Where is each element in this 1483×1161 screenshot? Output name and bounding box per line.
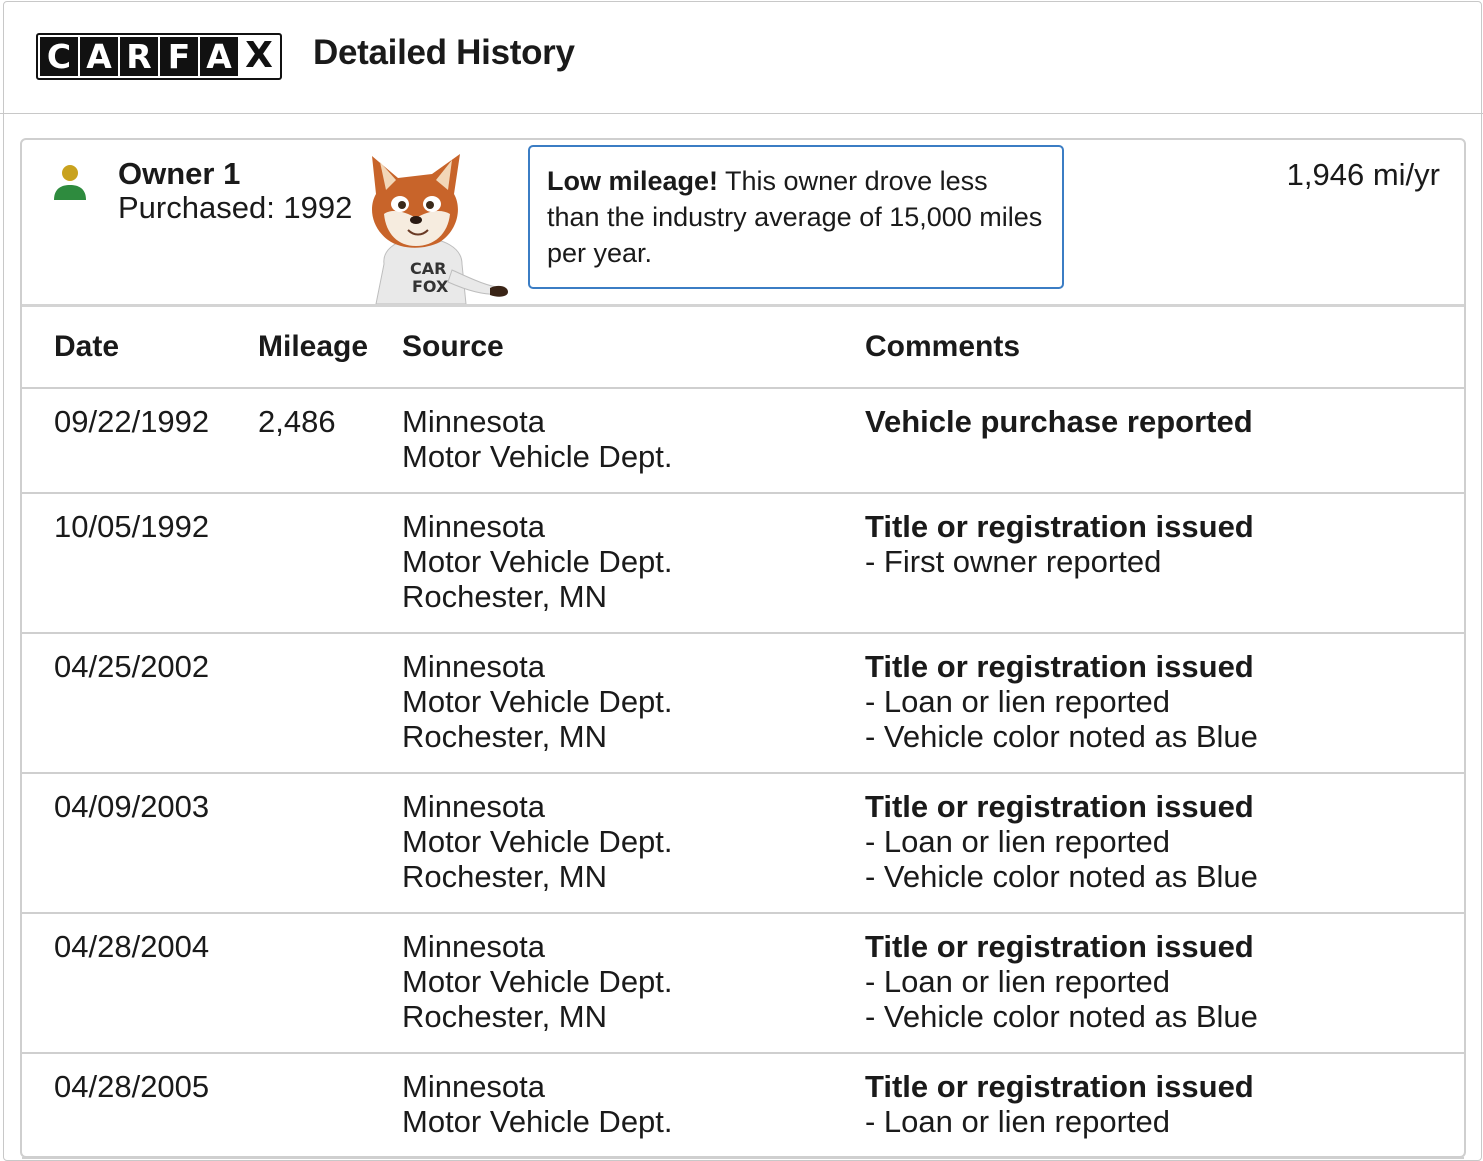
history-table: Date Mileage Source Comments 09/22/1992 2… (22, 307, 1464, 1159)
carfax-logo[interactable]: C A R F A X (36, 33, 282, 80)
column-header-mileage[interactable]: Mileage (258, 307, 402, 389)
row-source: Minnesota Motor Vehicle Dept. (402, 388, 865, 494)
owner-icon-body (54, 185, 86, 200)
row-source: Minnesota Motor Vehicle Dept. Rochester, M… (402, 633, 865, 774)
history-row: 04/28/2004 Minnesota Motor Vehicle Dept. Ro… (22, 913, 1464, 1054)
logo-letter: A (80, 37, 118, 76)
comment-note: - Loan or lien reported (865, 824, 1171, 859)
row-date: 04/28/2004 (22, 913, 258, 1054)
logo-letter: X (240, 35, 278, 76)
row-comments: Title or registration issued - First owne… (865, 493, 1464, 634)
row-mileage (258, 633, 402, 774)
comment-primary: Title or registration issued (865, 1069, 1254, 1104)
source-line: Minnesota (402, 509, 546, 544)
page-title: Detailed History (313, 33, 575, 72)
comment-note: - First owner reported (865, 544, 1162, 579)
source-line: Motor Vehicle Dept. (402, 964, 673, 999)
comment-primary: Title or registration issued (865, 929, 1254, 964)
comment-primary: Title or registration issued (865, 509, 1254, 544)
column-header-date[interactable]: Date (22, 307, 258, 389)
row-date: 04/28/2005 (22, 1053, 258, 1159)
mileage-rate: 1,946 mi/yr (1286, 157, 1440, 192)
row-comments: Title or registration issued - Loan or li… (865, 1053, 1464, 1159)
source-line: Motor Vehicle Dept. (402, 439, 673, 474)
row-mileage (258, 493, 402, 634)
source-line: Motor Vehicle Dept. (402, 684, 673, 719)
comment-note: - Vehicle color noted as Blue (865, 999, 1258, 1034)
source-line: Rochester, MN (402, 859, 608, 894)
row-date: 09/22/1992 (22, 388, 258, 494)
source-line: Minnesota (402, 929, 546, 964)
row-comments: Title or registration issued - Loan or li… (865, 913, 1464, 1054)
carfox-mascot-icon: CAR FOX (372, 154, 508, 304)
history-row: 04/25/2002 Minnesota Motor Vehicle Dept. Ro… (22, 633, 1464, 774)
row-date: 04/09/2003 (22, 773, 258, 914)
comment-note: - Loan or lien reported (865, 684, 1171, 719)
history-row: 10/05/1992 Minnesota Motor Vehicle Dept. Ro… (22, 493, 1464, 634)
history-header-row: Date Mileage Source Comments (22, 307, 1464, 389)
owner-icon-head (62, 165, 78, 181)
source-line: Motor Vehicle Dept. (402, 824, 673, 859)
history-row: 09/22/1992 2,486 Minnesota Motor Vehicle De… (22, 388, 1464, 494)
source-line: Minnesota (402, 789, 546, 824)
source-line: Rochester, MN (402, 579, 608, 614)
row-source: Minnesota Motor Vehicle Dept. (402, 1053, 865, 1159)
row-mileage: 2,486 (258, 388, 402, 494)
source-line: Minnesota (402, 1069, 546, 1104)
logo-letter: R (120, 37, 158, 76)
owner-purchased: Purchased: 1992 (118, 190, 353, 225)
source-line: Minnesota (402, 404, 546, 439)
source-line: Motor Vehicle Dept. (402, 1104, 673, 1139)
comment-primary: Title or registration issued (865, 649, 1254, 684)
low-mileage-callout: Low mileage! This owner drove less than … (528, 145, 1064, 289)
logo-letter: F (160, 37, 198, 76)
row-source: Minnesota Motor Vehicle Dept. Rochester, M… (402, 773, 865, 914)
comment-note: - Loan or lien reported (865, 964, 1171, 999)
comment-note: - Loan or lien reported (865, 1104, 1171, 1139)
comment-note: - Vehicle color noted as Blue (865, 719, 1258, 754)
comment-primary: Vehicle purchase reported (865, 404, 1253, 439)
row-mileage (258, 1053, 402, 1159)
source-line: Rochester, MN (402, 999, 608, 1034)
source-line: Motor Vehicle Dept. (402, 544, 673, 579)
owner-person-icon (54, 165, 86, 200)
logo-letter: A (200, 37, 238, 76)
source-line: Minnesota (402, 649, 546, 684)
logo-letter: C (40, 37, 78, 76)
row-date: 04/25/2002 (22, 633, 258, 774)
svg-text:FOX: FOX (412, 277, 449, 296)
callout-highlight: Low mileage! (547, 166, 719, 196)
row-mileage (258, 913, 402, 1054)
comment-note: - Vehicle color noted as Blue (865, 859, 1258, 894)
row-comments: Title or registration issued - Loan or li… (865, 773, 1464, 914)
owner-name: Owner 1 (118, 156, 241, 191)
row-comments: Title or registration issued - Loan or li… (865, 633, 1464, 774)
source-line: Rochester, MN (402, 719, 608, 754)
comment-primary: Title or registration issued (865, 789, 1254, 824)
row-source: Minnesota Motor Vehicle Dept. Rochester, M… (402, 493, 865, 634)
column-header-comments[interactable]: Comments (865, 307, 1464, 389)
report-header: C A R F A X Detailed History (0, 0, 1483, 114)
svg-text:CAR: CAR (410, 259, 446, 278)
row-date: 10/05/1992 (22, 493, 258, 634)
row-source: Minnesota Motor Vehicle Dept. Rochester, M… (402, 913, 865, 1054)
history-row: 04/28/2005 Minnesota Motor Vehicle Dept. Ti… (22, 1053, 1464, 1159)
history-row: 04/09/2003 Minnesota Motor Vehicle Dept. Ro… (22, 773, 1464, 914)
row-mileage (258, 773, 402, 914)
column-header-source[interactable]: Source (402, 307, 865, 389)
row-comments: Vehicle purchase reported (865, 388, 1464, 494)
